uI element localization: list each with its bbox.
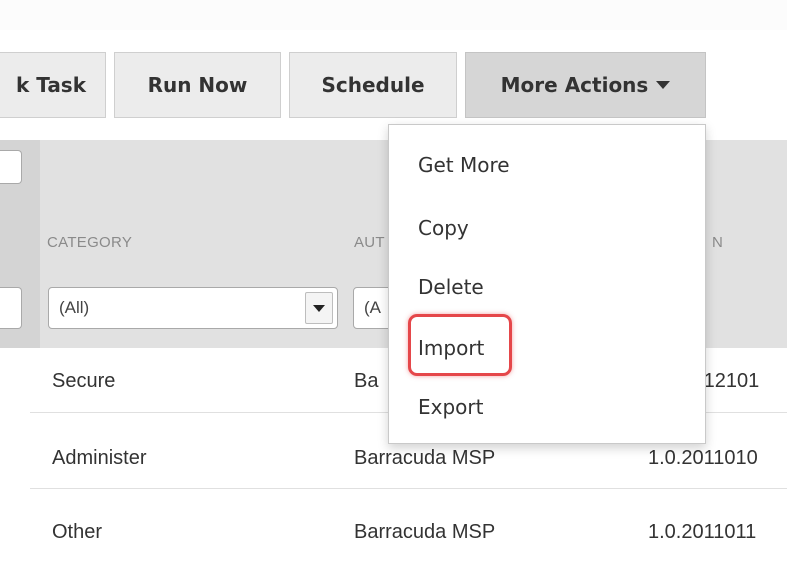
- row-author: Barracuda MSP: [354, 520, 496, 543]
- new-task-button[interactable]: k Task: [0, 52, 106, 118]
- table-row[interactable]: Other Barracuda MSP 1.0.2011011: [0, 502, 787, 562]
- column-header-author[interactable]: AUT: [354, 234, 385, 251]
- toolbar-input-stub[interactable]: [0, 150, 22, 184]
- caret-down-icon: [656, 81, 671, 89]
- row-divider: [30, 488, 787, 489]
- schedule-button[interactable]: Schedule: [289, 52, 457, 118]
- category-filter-value: (All): [59, 298, 90, 317]
- menu-item-export[interactable]: Export: [418, 395, 483, 419]
- run-now-button[interactable]: Run Now: [114, 52, 281, 118]
- more-actions-button[interactable]: More Actions: [465, 52, 706, 118]
- new-task-button-label: k Task: [15, 73, 87, 97]
- chevron-down-icon: [313, 304, 325, 312]
- more-actions-button-label: More Actions: [500, 73, 649, 97]
- top-band: [0, 0, 787, 30]
- row-version: 1.0.2011011: [648, 520, 757, 543]
- row-category: Other: [52, 520, 103, 543]
- column-header-version[interactable]: N: [712, 234, 723, 251]
- category-filter-select[interactable]: (All): [48, 287, 338, 329]
- menu-item-copy[interactable]: Copy: [418, 216, 469, 240]
- filter-stub-left[interactable]: [0, 287, 22, 329]
- more-actions-menu: Get More Copy Delete Import Export: [388, 124, 706, 444]
- category-filter-dropdown-button[interactable]: [305, 292, 333, 324]
- row-author: Ba: [354, 369, 379, 392]
- row-category: Secure: [52, 369, 116, 392]
- column-header-category[interactable]: CATEGORY: [47, 234, 132, 251]
- import-highlight-box: [408, 314, 512, 376]
- author-filter-value: (A: [364, 298, 381, 317]
- menu-item-delete[interactable]: Delete: [418, 275, 484, 299]
- run-now-button-label: Run Now: [147, 73, 248, 97]
- row-category: Administer: [52, 446, 147, 469]
- menu-item-get-more[interactable]: Get More: [418, 153, 510, 177]
- schedule-button-label: Schedule: [321, 73, 425, 97]
